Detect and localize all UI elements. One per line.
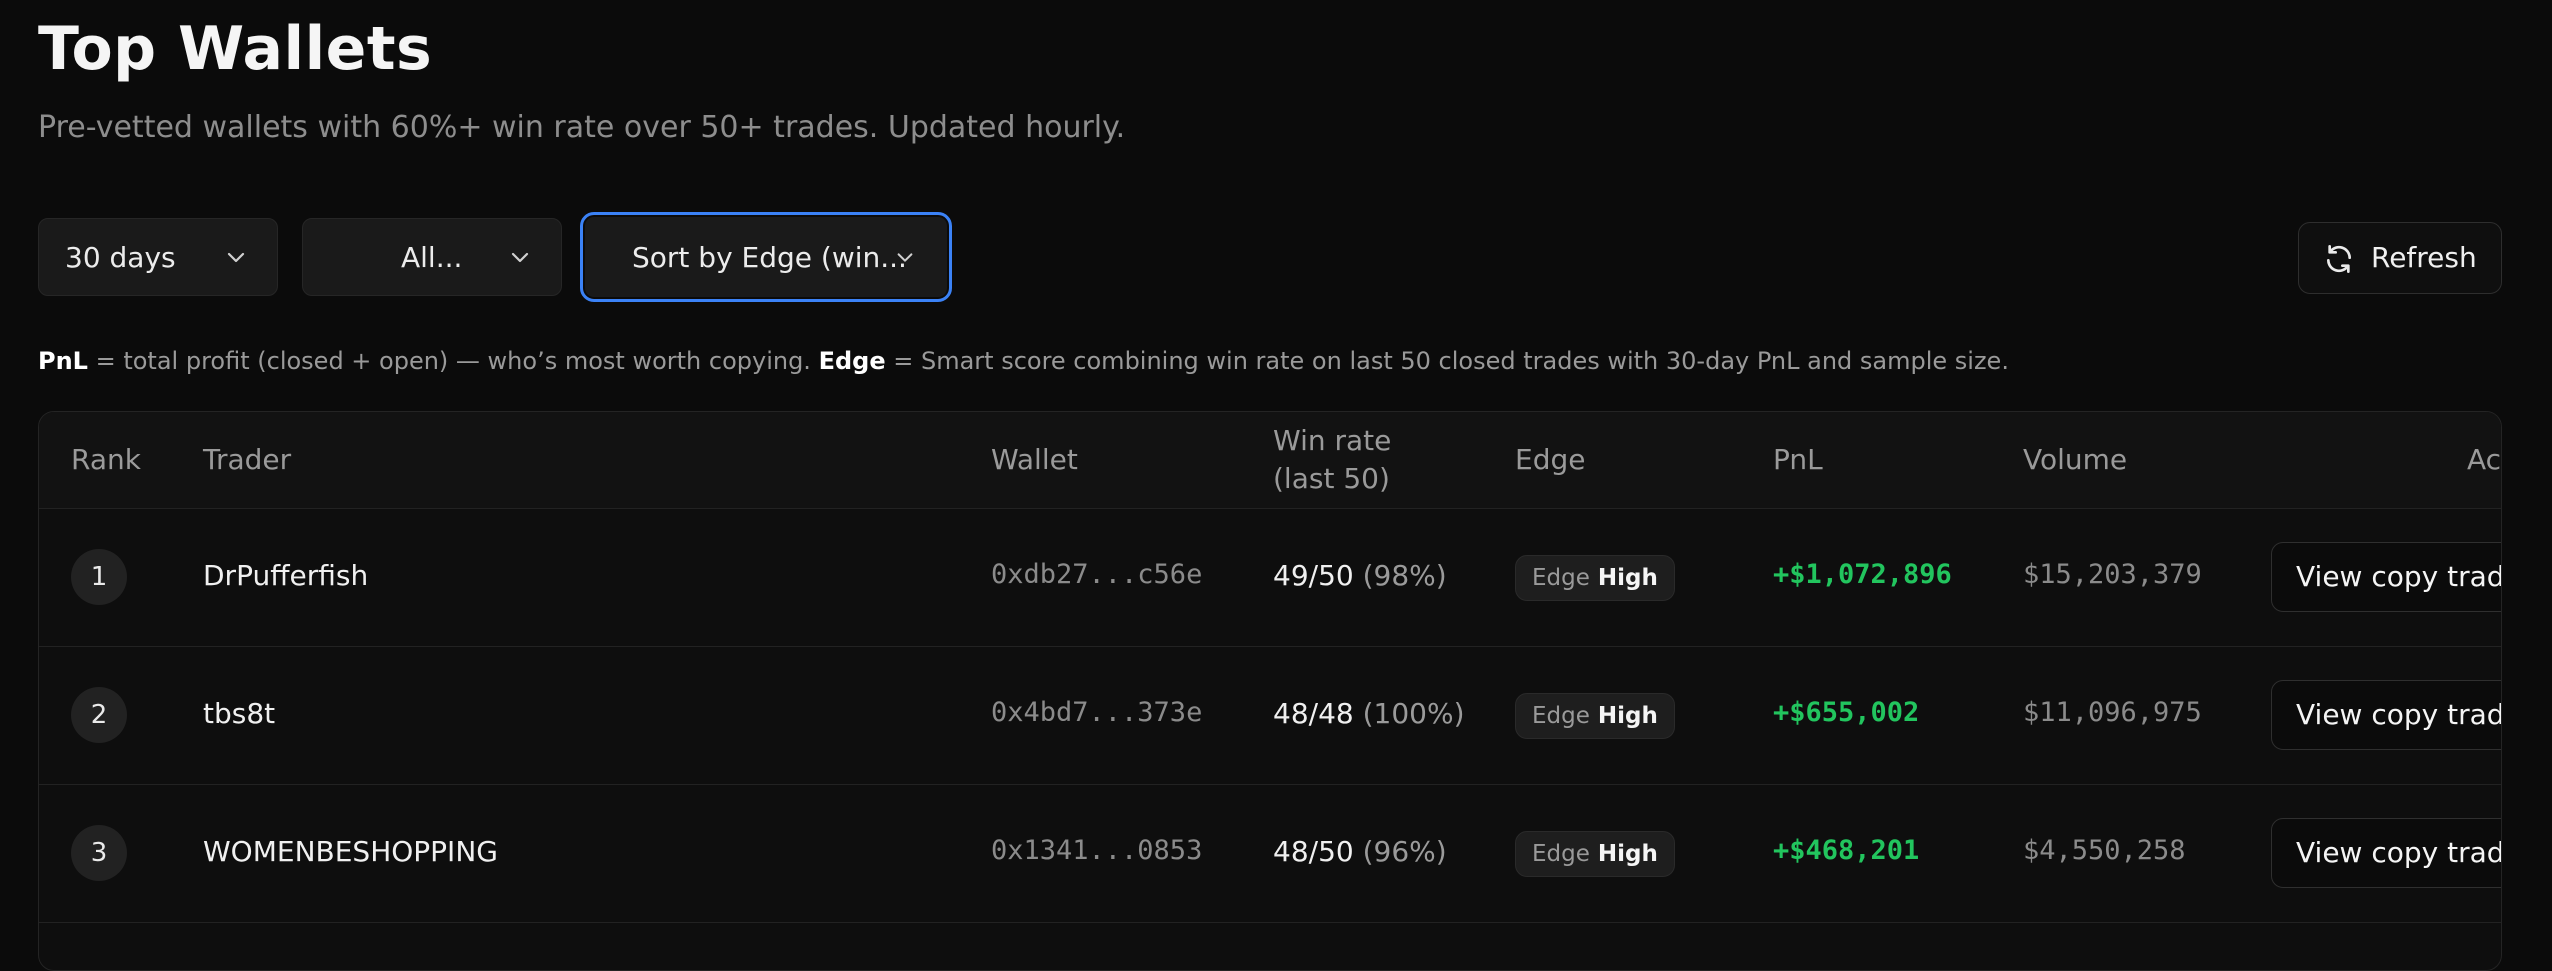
edge-badge: Edge High [1515,693,1675,739]
chevron-down-icon [511,252,529,263]
sort-select[interactable]: Sort by Edge (win... [580,212,952,302]
edge-badge: Edge High [1515,555,1675,601]
refresh-icon [2327,245,2351,273]
category-select-value: All... [401,240,463,274]
chevron-down-icon [897,253,913,262]
metric-legend: PnL = total profit (closed + open) — who… [38,347,2009,375]
wallets-table: Rank Trader Wallet Win rate (last 50) Ed… [38,411,2502,971]
trader-name[interactable]: tbs8t [203,697,275,730]
edge-badge-key: Edge [1532,703,1590,729]
win-percent: (96%) [1362,835,1447,868]
header-trader[interactable]: Trader [203,441,291,479]
pnl-value: +$655,002 [1773,697,1920,728]
edge-badge-value: High [1597,565,1658,591]
win-rate: 48/48 (100%) [1273,697,1465,730]
view-copy-trades-button[interactable]: View copy trad [2271,818,2501,888]
win-rate: 49/50 (98%) [1273,559,1447,592]
wallet-address[interactable]: 0xdb27...c56e [991,559,1202,590]
header-pnl[interactable]: PnL [1773,441,1823,479]
header-actions: Ac [2467,443,2502,476]
win-count: 49/50 [1273,559,1354,592]
period-select[interactable]: 30 days [38,218,278,296]
volume-value: $15,203,379 [2023,559,2202,590]
table-row[interactable]: 1 DrPufferfish 0xdb27...c56e 49/50 (98%)… [39,509,2501,647]
rank-badge: 1 [71,549,127,605]
header-winrate-line2: (last 50) [1273,462,1390,495]
legend-edge-term: Edge [818,347,886,375]
edge-badge-key: Edge [1532,841,1590,867]
page-title: Top Wallets [38,14,433,84]
header-edge[interactable]: Edge [1515,441,1585,479]
refresh-button[interactable]: Refresh [2298,222,2502,294]
win-count: 48/50 [1273,835,1354,868]
wallet-address[interactable]: 0x1341...0853 [991,835,1202,866]
header-wallet[interactable]: Wallet [991,441,1078,479]
table-row[interactable]: 3 WOMENBESHOPPING 0x1341...0853 48/50 (9… [39,785,2501,923]
trader-name[interactable]: WOMENBESHOPPING [203,835,498,868]
legend-pnl-text: = total profit (closed + open) — who’s m… [87,347,819,375]
header-rank[interactable]: Rank [71,441,141,479]
view-copy-trades-button[interactable]: View copy trad [2271,542,2501,612]
table-row[interactable]: 2 tbs8t 0x4bd7...373e 48/48 (100%) Edge H… [39,647,2501,785]
edge-badge-value: High [1597,703,1658,729]
win-percent: (98%) [1362,559,1447,592]
pnl-value: +$1,072,896 [1773,559,1952,590]
edge-badge-key: Edge [1532,565,1590,591]
refresh-label: Refresh [2371,241,2477,274]
rank-badge: 2 [71,687,127,743]
sort-select-value: Sort by Edge (win... [632,240,907,274]
edge-badge-value: High [1597,841,1658,867]
header-winrate[interactable]: Win rate (last 50) [1273,422,1391,498]
pnl-value: +$468,201 [1773,835,1920,866]
header-volume[interactable]: Volume [2023,441,2127,479]
win-count: 48/48 [1273,697,1354,730]
edge-badge: Edge High [1515,831,1675,877]
volume-value: $4,550,258 [2023,835,2186,866]
view-copy-trades-button[interactable]: View copy trad [2271,680,2501,750]
win-percent: (100%) [1362,697,1465,730]
wallet-address[interactable]: 0x4bd7...373e [991,697,1202,728]
page-subtitle: Pre-vetted wallets with 60%+ win rate ov… [38,110,1126,145]
chevron-down-icon [227,252,245,263]
rank-badge: 3 [71,825,127,881]
volume-value: $11,096,975 [2023,697,2202,728]
period-select-value: 30 days [65,240,176,274]
table-header: Rank Trader Wallet Win rate (last 50) Ed… [39,412,2501,509]
category-select[interactable]: All... [302,218,562,296]
trader-name[interactable]: DrPufferfish [203,559,368,592]
win-rate: 48/50 (96%) [1273,835,1447,868]
legend-edge-text: = Smart score combining win rate on last… [885,347,2009,375]
header-winrate-line1: Win rate [1273,424,1392,457]
legend-pnl-term: PnL [38,347,88,375]
